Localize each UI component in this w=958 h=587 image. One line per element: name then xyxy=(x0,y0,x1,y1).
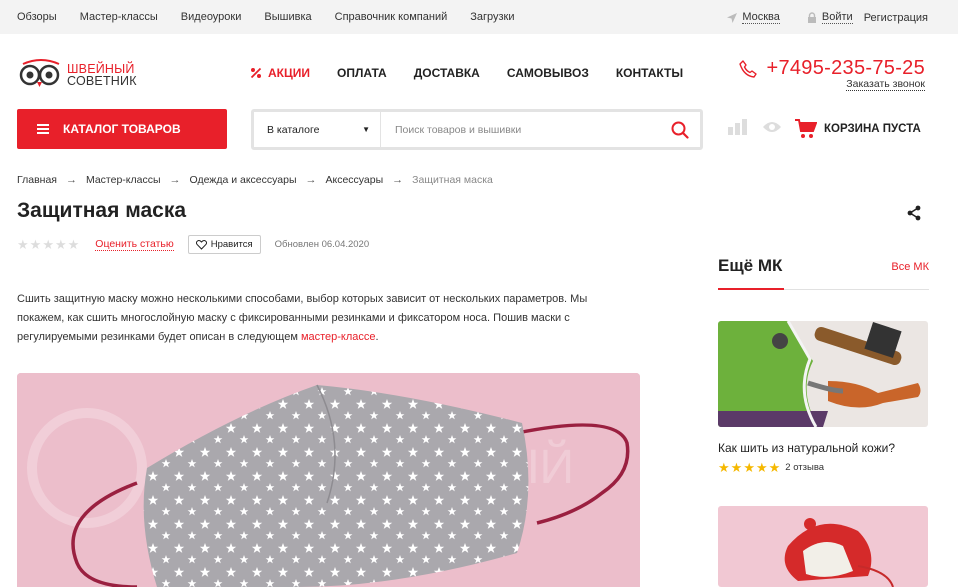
search-scope-select[interactable]: В каталоге ▼ xyxy=(254,112,381,147)
site-logo[interactable]: ШВЕЙНЫЙ СОВЕТНИК xyxy=(17,58,139,94)
kids-hat-photo xyxy=(718,506,928,587)
compare-icon[interactable] xyxy=(728,119,748,135)
register-link[interactable]: Регистрация xyxy=(864,12,928,24)
search-button[interactable] xyxy=(660,112,700,147)
catalog-button-label: КАТАЛОГ ТОВАРОВ xyxy=(63,122,181,136)
top-nav-item-downloads[interactable]: Загрузки xyxy=(470,11,514,23)
breadcrumb: Главная → Мастер-классы → Одежда и аксес… xyxy=(17,174,493,186)
header-tools xyxy=(728,119,782,135)
breadcrumb-item-accessories[interactable]: Аксессуары xyxy=(326,174,384,186)
top-nav-item-embroidery[interactable]: Вышивка xyxy=(264,11,311,23)
article-hero-image: ЫЙ xyxy=(17,373,640,587)
main-nav: АКЦИИ ОПЛАТА ДОСТАВКА САМОВЫВОЗ КОНТАКТЫ xyxy=(250,66,710,80)
sidebar-header: Ещё МК Все МК xyxy=(718,256,929,290)
nav-item-delivery[interactable]: ДОСТАВКА xyxy=(414,66,480,80)
star-icon[interactable]: ★ xyxy=(30,238,42,251)
leather-tools-photo xyxy=(718,321,928,427)
star-filled-icon: ★ xyxy=(743,460,755,475)
like-button[interactable]: Нравится xyxy=(187,235,261,254)
search-input[interactable] xyxy=(381,112,660,147)
star-filled-icon: ★ xyxy=(718,460,730,475)
logo-text: ШВЕЙНЫЙ СОВЕТНИК xyxy=(67,63,137,88)
phone-number[interactable]: +7495-235-75-25 xyxy=(738,57,925,80)
login-link[interactable]: Войти xyxy=(821,11,853,24)
face-mask-photo: ЫЙ xyxy=(17,373,640,587)
breadcrumb-item-current: Защитная маска xyxy=(412,174,493,186)
intro-end: . xyxy=(375,331,379,343)
phone-text: +7495-235-75-25 xyxy=(766,57,925,79)
share-button[interactable] xyxy=(906,205,922,226)
nav-item-pickup[interactable]: САМОВЫВОЗ xyxy=(507,66,589,80)
nav-item-payment[interactable]: ОПЛАТА xyxy=(337,66,387,80)
arrow-right-icon: → xyxy=(305,174,317,186)
cart-label: КОРЗИНА ПУСТА xyxy=(824,123,921,135)
nav-item-sales-label: АКЦИИ xyxy=(268,66,311,80)
star-filled-icon: ★ xyxy=(768,460,781,475)
arrow-right-icon: → xyxy=(392,174,404,186)
search-scope-value: В каталоге xyxy=(267,123,320,136)
phone-icon xyxy=(739,59,758,78)
like-button-label: Нравится xyxy=(210,239,253,250)
sidebar-card-title[interactable]: Как шить из натуральной кожи? xyxy=(718,441,895,455)
nav-item-contacts[interactable]: КОНТАКТЫ xyxy=(616,66,683,80)
star-filled-icon: ★ xyxy=(755,460,768,475)
sidebar-card-rating: ★ ★ ★ ★ ★ 2 отзыва xyxy=(718,461,824,474)
arrow-right-icon: → xyxy=(65,174,77,186)
page-title: Защитная маска xyxy=(17,199,187,222)
city-selector[interactable]: Москва xyxy=(742,11,780,24)
dropdown-caret-icon: ▼ xyxy=(362,125,370,134)
location-arrow-icon xyxy=(726,12,738,24)
eye-icon[interactable] xyxy=(762,120,782,134)
breadcrumb-item-clothing[interactable]: Одежда и аксессуары xyxy=(190,174,297,186)
star-icon[interactable]: ★ xyxy=(55,238,67,251)
article-intro: Сшить защитную маску можно несколькими с… xyxy=(17,290,622,347)
star-icon[interactable]: ★ xyxy=(17,238,29,251)
search-icon xyxy=(671,121,689,139)
intro-masterclass-link[interactable]: мастер-классе xyxy=(301,331,376,343)
all-masterclasses-link[interactable]: Все МК xyxy=(891,261,929,273)
top-user-area: Москва Войти Регистрация xyxy=(726,11,928,24)
share-icon xyxy=(907,205,921,221)
star-filled-icon: ★ xyxy=(730,460,743,475)
top-nav-item-reviews[interactable]: Обзоры xyxy=(17,11,57,23)
percent-icon xyxy=(250,67,262,79)
rate-article-link[interactable]: Оценить статью xyxy=(95,238,174,251)
sidebar-card-image-hat[interactable] xyxy=(718,506,928,587)
arrow-right-icon: → xyxy=(169,174,181,186)
sidebar-heading: Ещё МК xyxy=(718,256,783,275)
nav-item-sales[interactable]: АКЦИИ xyxy=(250,66,310,80)
article-rating-stars[interactable]: ★ ★ ★ ★ ★ xyxy=(17,238,80,251)
top-nav-item-masterclasses[interactable]: Мастер-классы xyxy=(80,11,158,23)
cart[interactable]: КОРЗИНА ПУСТА xyxy=(795,119,921,139)
top-bar: Обзоры Мастер-классы Видеоуроки Вышивка … xyxy=(0,0,958,34)
lock-icon xyxy=(806,11,818,24)
top-nav-item-videos[interactable]: Видеоуроки xyxy=(181,11,242,23)
sidebar-card-reviews: 2 отзыва xyxy=(785,462,825,473)
breadcrumb-item-home[interactable]: Главная xyxy=(17,174,57,186)
catalog-button[interactable]: КАТАЛОГ ТОВАРОВ xyxy=(17,109,227,149)
menu-icon xyxy=(37,124,49,134)
callback-link[interactable]: Заказать звонок xyxy=(846,78,925,91)
star-icon[interactable]: ★ xyxy=(68,238,80,251)
top-nav-item-companies[interactable]: Справочник компаний xyxy=(335,11,448,23)
breadcrumb-item-masterclasses[interactable]: Мастер-классы xyxy=(86,174,161,186)
updated-date: Обновлен 06.04.2020 xyxy=(274,239,370,250)
heart-icon xyxy=(195,239,207,250)
owl-logo-icon xyxy=(19,59,60,87)
star-icon[interactable]: ★ xyxy=(42,238,54,251)
sidebar-card-image-leather[interactable] xyxy=(718,321,928,427)
cart-icon xyxy=(795,119,817,138)
search-bar: В каталоге ▼ xyxy=(251,109,703,150)
heading-underline xyxy=(718,288,784,290)
article-meta: ★ ★ ★ ★ ★ Оценить статью Нравится Обновл… xyxy=(17,235,369,254)
top-nav: Обзоры Мастер-классы Видеоуроки Вышивка … xyxy=(17,11,538,23)
logo-line-2: СОВЕТНИК xyxy=(67,74,137,88)
